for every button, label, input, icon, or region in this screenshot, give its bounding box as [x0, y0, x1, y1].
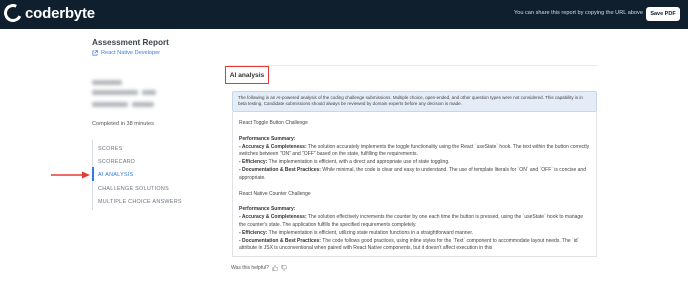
- role-link[interactable]: React Native Developer: [92, 50, 160, 56]
- challenge-name: React Native Counter Challenge: [239, 190, 311, 197]
- thumbs-down-icon[interactable]: [281, 265, 287, 271]
- completion-time: Completed in 38 minutes: [92, 121, 154, 127]
- red-arrow-annotation: [51, 171, 90, 179]
- feedback-row: Was this helpful?: [231, 265, 287, 271]
- summary-point: - Efficiency: The implementation is effi…: [239, 229, 474, 236]
- brand-name: coderbyte: [25, 4, 95, 22]
- ai-disclaimer-notice: The following is an AI-powered analysis …: [232, 91, 597, 112]
- summary-point: - Documentation & Best Practices: While …: [239, 166, 586, 181]
- ai-analysis-heading-highlight: AI analysis: [225, 66, 269, 84]
- summary-point: - Accuracy & Completeness: The solution …: [239, 143, 590, 158]
- challenge-name: React Toggle Button Challenge: [239, 120, 308, 126]
- section-divider: [228, 65, 598, 66]
- nav-active-indicator: [92, 167, 94, 181]
- coderbyte-logo-icon: [1, 1, 25, 25]
- nav-item-multiple-choice-answers[interactable]: MULTIPLE CHOICE ANSWERS: [98, 199, 182, 205]
- candidate-info-blurred: [92, 78, 162, 114]
- share-hint: You can share this report by copying the…: [514, 10, 643, 16]
- nav-item-scores[interactable]: SCORES: [98, 146, 123, 152]
- thumbs-up-icon[interactable]: [272, 265, 278, 271]
- nav-item-challenge-solutions[interactable]: CHALLENGE SOLUTIONS: [98, 186, 169, 192]
- nav-item-scorecard[interactable]: SCORECARD: [98, 159, 135, 165]
- summary-point: - Accuracy & Completeness: The solution …: [239, 214, 583, 228]
- report-section-nav: SCORES SCORECARD AI ANALYSIS CHALLENGE S…: [92, 140, 212, 210]
- ai-analysis-content[interactable]: React Toggle Button Challenge Performanc…: [232, 112, 597, 257]
- summary-point: - Documentation & Best Practices: The co…: [239, 237, 580, 252]
- role-link-label: React Native Developer: [101, 50, 161, 56]
- top-bar: coderbyte You can share this report by c…: [0, 0, 688, 29]
- summary-label: Performance Summary:: [239, 135, 296, 142]
- external-link-icon: [92, 50, 98, 56]
- summary-label: Performance Summary:: [239, 206, 296, 213]
- brand-logo[interactable]: coderbyte: [1, 1, 95, 25]
- ai-analysis-heading: AI analysis: [229, 71, 265, 79]
- save-pdf-button[interactable]: Save PDF: [646, 7, 680, 21]
- summary-point: - Efficiency: The implementation is effi…: [239, 159, 450, 166]
- nav-item-ai-analysis[interactable]: AI ANALYSIS: [98, 172, 134, 178]
- feedback-prompt: Was this helpful?: [231, 265, 269, 271]
- page-title: Assessment Report: [92, 38, 169, 47]
